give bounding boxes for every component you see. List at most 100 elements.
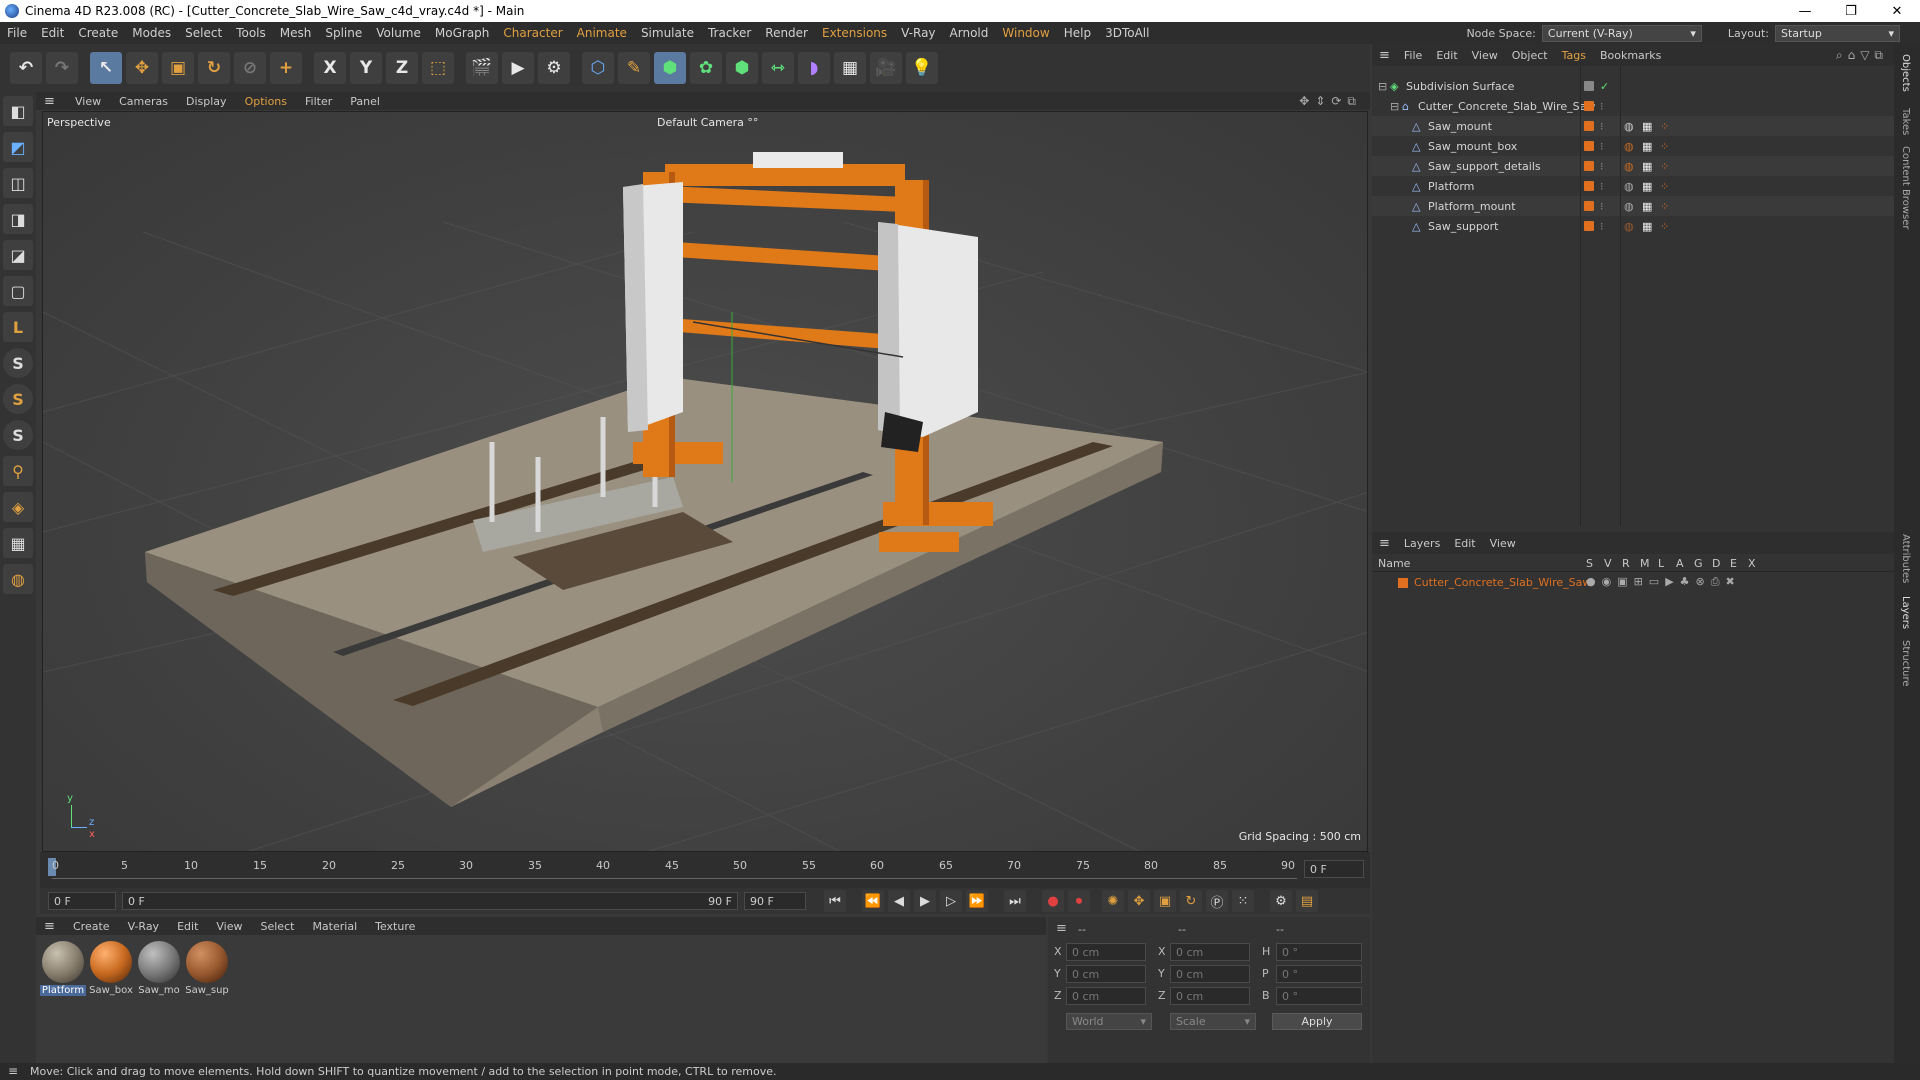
menu-select[interactable]: Select xyxy=(178,26,229,40)
previous-key-icon[interactable]: ⏪ xyxy=(862,890,884,912)
tree-toggle-icon[interactable]: ⊟ xyxy=(1390,100,1399,113)
workplane-icon[interactable]: ◈ xyxy=(3,492,33,522)
material-swatch-platform[interactable]: Platform xyxy=(40,941,86,996)
rotate-tool-icon[interactable]: ↻ xyxy=(198,52,230,84)
soft-selection-icon[interactable]: S xyxy=(3,420,33,450)
key-rotation-icon[interactable]: ↻ xyxy=(1180,890,1202,912)
menu-simulate[interactable]: Simulate xyxy=(634,26,701,40)
coordinate-system-icon[interactable]: ⬚ xyxy=(422,52,454,84)
hamburger-menu-icon[interactable]: ≡ xyxy=(8,1064,18,1078)
object-row-saw-mount[interactable]: △ Saw_mount ⁝ ◍ ▦ ⁘ xyxy=(1372,116,1894,136)
visibility-dots-icon[interactable]: ⁝ xyxy=(1600,100,1604,113)
menu-window[interactable]: Window xyxy=(995,26,1056,40)
material-menu-material[interactable]: Material xyxy=(303,920,366,933)
material-swatch-saw-mount[interactable]: Saw_mo xyxy=(136,941,182,996)
previous-frame-icon[interactable]: ◀ xyxy=(888,890,910,912)
y-axis-lock-icon[interactable]: Y xyxy=(350,52,382,84)
hamburger-menu-icon[interactable]: ≡ xyxy=(1372,48,1397,63)
keyframe-selection-icon[interactable]: ✺ xyxy=(1102,890,1124,912)
camera-icon[interactable]: 🎥 xyxy=(870,52,902,84)
vray-tag-icon[interactable]: ⁘ xyxy=(1660,140,1669,153)
tab-objects[interactable]: Objects xyxy=(1900,54,1911,92)
vray-tag-icon[interactable]: ⁘ xyxy=(1660,180,1669,193)
size-x-field[interactable]: 0 cm xyxy=(1170,943,1250,961)
material-tag-icon[interactable]: ◍ xyxy=(1624,180,1634,193)
layer-menu-view[interactable]: View xyxy=(1483,537,1523,550)
viewport-menu-cameras[interactable]: Cameras xyxy=(110,95,177,108)
rotation-b-field[interactable]: 0 ° xyxy=(1276,987,1362,1005)
maximize-button[interactable]: ❐ xyxy=(1828,4,1874,19)
material-swatch-saw-box[interactable]: Saw_box xyxy=(88,941,134,996)
material-tag-icon[interactable]: ◍ xyxy=(1624,140,1634,153)
layout-dropdown[interactable]: Startup ▾ xyxy=(1775,24,1900,42)
material-menu-select[interactable]: Select xyxy=(252,920,304,933)
menu-character[interactable]: Character xyxy=(496,26,569,40)
transform-tool-icon[interactable]: + xyxy=(270,52,302,84)
x-axis-lock-icon[interactable]: X xyxy=(314,52,346,84)
extrude-icon[interactable]: ✿ xyxy=(690,52,722,84)
select-tool-icon[interactable]: ↖ xyxy=(90,52,122,84)
go-to-end-icon[interactable]: ⏭ xyxy=(1004,890,1026,912)
object-row-platform-mount[interactable]: △ Platform_mount ⁝ ◍ ▦ ⁘ xyxy=(1372,196,1894,216)
viewport-menu-display[interactable]: Display xyxy=(177,95,236,108)
viewport-menu-view[interactable]: View xyxy=(66,95,110,108)
uvw-tag-icon[interactable]: ▦ xyxy=(1642,220,1652,233)
hamburger-menu-icon[interactable]: ≡ xyxy=(44,919,60,934)
array-icon[interactable]: ⇿ xyxy=(762,52,794,84)
object-menu-edit[interactable]: Edit xyxy=(1429,49,1464,62)
edge-mode-icon[interactable]: ◪ xyxy=(3,240,33,270)
menu-volume[interactable]: Volume xyxy=(369,26,428,40)
viewport-menu-filter[interactable]: Filter xyxy=(296,95,341,108)
snap-settings-icon[interactable]: S xyxy=(3,384,33,414)
go-to-start-icon[interactable]: ⏮ xyxy=(824,890,846,912)
object-menu-file[interactable]: File xyxy=(1397,49,1429,62)
make-editable-icon[interactable]: ◧ xyxy=(3,96,33,126)
tab-attributes[interactable]: Attributes xyxy=(1900,534,1911,583)
material-menu-vray[interactable]: V-Ray xyxy=(119,920,169,933)
material-swatch-saw-support[interactable]: Saw_sup xyxy=(184,941,230,996)
scale-tool-icon[interactable]: ▣ xyxy=(162,52,194,84)
position-y-field[interactable]: 0 cm xyxy=(1066,965,1146,983)
key-scale-icon[interactable]: ▣ xyxy=(1154,890,1176,912)
material-menu-edit[interactable]: Edit xyxy=(168,920,207,933)
visibility-dots-icon[interactable]: ⁝ xyxy=(1600,200,1604,213)
rotation-p-field[interactable]: 0 ° xyxy=(1276,965,1362,983)
axis-mode-icon[interactable]: L xyxy=(3,312,33,342)
timeline-window-icon[interactable]: ▤ xyxy=(1296,890,1318,912)
floor-icon[interactable]: ▦ xyxy=(834,52,866,84)
tree-toggle-icon[interactable]: ⊟ xyxy=(1378,80,1387,93)
menu-tracker[interactable]: Tracker xyxy=(701,26,758,40)
position-x-field[interactable]: 0 cm xyxy=(1066,943,1146,961)
object-menu-object[interactable]: Object xyxy=(1505,49,1555,62)
tab-content-browser[interactable]: Content Browser xyxy=(1900,146,1911,229)
object-row-platform[interactable]: △ Platform ⁝ ◍ ▦ ⁘ xyxy=(1372,176,1894,196)
hamburger-menu-icon[interactable]: ≡ xyxy=(44,94,60,109)
layer-menu-edit[interactable]: Edit xyxy=(1447,537,1482,550)
visibility-dots-icon[interactable]: ⁝ xyxy=(1600,160,1604,173)
subdivision-icon[interactable]: ⬢ xyxy=(654,52,686,84)
vray-tag-icon[interactable]: ⁘ xyxy=(1660,220,1669,233)
visibility-dots-icon[interactable]: ⁝ xyxy=(1600,120,1604,133)
next-frame-icon[interactable]: ▷ xyxy=(940,890,962,912)
layer-menu-layers[interactable]: Layers xyxy=(1397,537,1447,550)
render-picture-viewer-icon[interactable]: ▶ xyxy=(502,52,534,84)
position-z-field[interactable]: 0 cm xyxy=(1066,987,1146,1005)
render-view-icon[interactable]: 🎬 xyxy=(466,52,498,84)
polygon-mode-icon[interactable]: ▢ xyxy=(3,276,33,306)
frame-range-slider[interactable]: 0 F 90 F xyxy=(122,892,738,910)
current-frame-field[interactable]: 0 F xyxy=(48,892,116,910)
object-row-saw-support[interactable]: △ Saw_support ⁝ ◍ ▦ ⁘ xyxy=(1372,216,1894,236)
uvw-tag-icon[interactable]: ▦ xyxy=(1642,140,1652,153)
menu-help[interactable]: Help xyxy=(1057,26,1098,40)
object-menu-view[interactable]: View xyxy=(1465,49,1505,62)
autokey-icon[interactable]: ⏺ xyxy=(1068,890,1090,912)
light-icon[interactable]: 💡 xyxy=(906,52,938,84)
visibility-dots-icon[interactable]: ⁝ xyxy=(1600,180,1604,193)
3d-viewport[interactable]: Perspective Default Camera °° Grid Spaci… xyxy=(42,111,1368,852)
layer-flag-icons[interactable]: ●◉▣⊞▭▶♣⊗⎙✖ xyxy=(1586,575,1741,589)
hamburger-menu-icon[interactable]: ≡ xyxy=(1056,921,1067,936)
hamburger-menu-icon[interactable]: ≡ xyxy=(1372,536,1397,551)
layer-row[interactable]: Cutter_Concrete_Slab_Wire_Saw ●◉▣⊞▭▶♣⊗⎙✖ xyxy=(1372,574,1894,592)
viewport-menu-options[interactable]: Options xyxy=(236,95,296,108)
menu-animate[interactable]: Animate xyxy=(570,26,634,40)
